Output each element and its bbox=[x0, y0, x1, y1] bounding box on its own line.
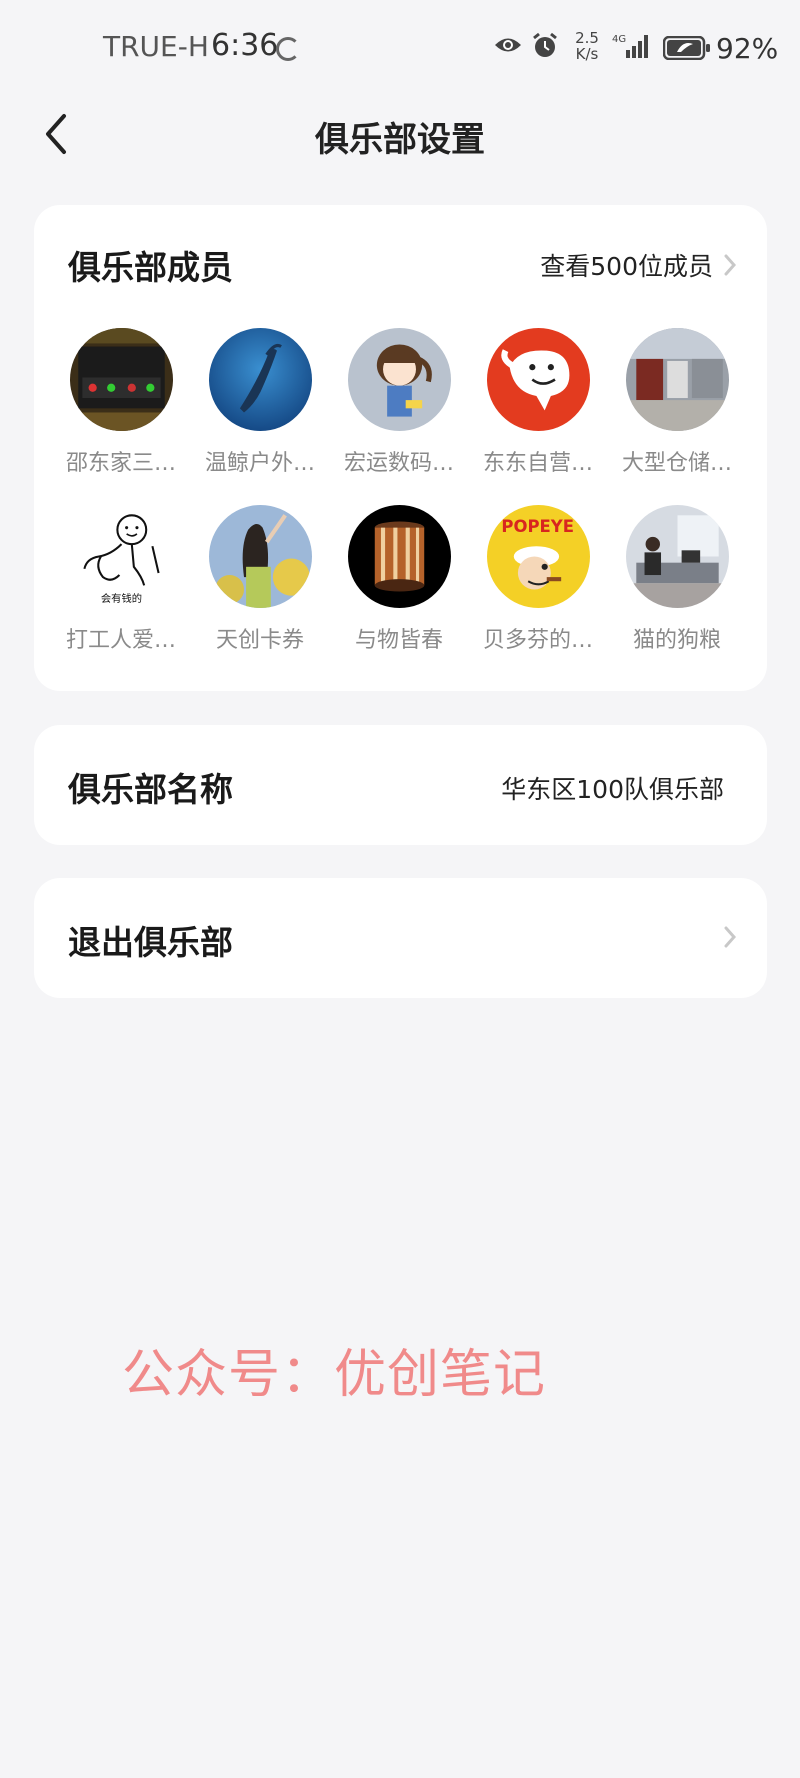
member-name: 猫的狗粮 bbox=[632, 628, 721, 653]
office-avatar bbox=[625, 505, 729, 608]
eye-icon bbox=[495, 38, 521, 52]
header: 俱乐部设置 bbox=[0, 96, 800, 172]
member-item[interactable]: 天创卡券 bbox=[190, 505, 330, 654]
member-item[interactable]: POPEYE 贝多芬的… bbox=[468, 505, 608, 654]
signal-icon: 4G bbox=[612, 34, 648, 58]
club-name-label: 俱乐部名称 bbox=[68, 770, 233, 809]
popeye-caption: POPEYE bbox=[501, 517, 574, 536]
chevron-right-icon bbox=[724, 254, 737, 276]
member-name: 温鲸户外… bbox=[204, 451, 315, 476]
member-item[interactable]: 猫的狗粮 bbox=[607, 505, 747, 654]
cartoon-girl-avatar bbox=[347, 328, 451, 431]
phone-screenshot-avatar bbox=[69, 328, 173, 431]
member-item[interactable]: 宏运数码… bbox=[329, 328, 469, 477]
member-item[interactable]: 邵东家三… bbox=[51, 328, 191, 477]
member-name: 打工人爱… bbox=[65, 628, 176, 653]
member-item[interactable]: 与物皆春 bbox=[329, 505, 469, 654]
member-name: 天创卡券 bbox=[215, 628, 304, 653]
member-name: 与物皆春 bbox=[354, 628, 443, 653]
member-name: 宏运数码… bbox=[343, 451, 454, 476]
members-card: 俱乐部成员 查看500位成员 邵东家三… 温鲸户外… 宏运数码… 东东自营… 大… bbox=[34, 205, 767, 691]
member-name: 东东自营… bbox=[482, 451, 593, 476]
member-item[interactable]: 会有钱的 打工人爱… bbox=[51, 505, 191, 654]
page-title: 俱乐部设置 bbox=[315, 120, 485, 160]
status-bar: TRUE-H 6:36 2.5 K/s 4G 92% bbox=[0, 0, 800, 96]
member-name: 邵东家三… bbox=[65, 451, 176, 476]
view-all-members-label: 查看500位成员 bbox=[540, 252, 713, 281]
whale-avatar bbox=[208, 328, 312, 431]
sketch-meme-avatar: 会有钱的 bbox=[69, 505, 173, 608]
clock: 6:36 bbox=[211, 28, 279, 63]
loading-icon bbox=[276, 37, 300, 61]
net-speed-unit: K/s bbox=[575, 45, 599, 63]
view-all-members-link[interactable]: 查看500位成员 bbox=[540, 247, 737, 283]
net-speed-value: 2.5 bbox=[575, 29, 599, 47]
network-type-label: 4G bbox=[612, 34, 626, 45]
member-item[interactable]: 温鲸户外… bbox=[190, 328, 330, 477]
lamp-avatar bbox=[347, 505, 451, 608]
battery-percentage: 92% bbox=[716, 32, 779, 65]
club-name-row[interactable]: 俱乐部名称 华东区100队俱乐部 bbox=[34, 725, 767, 845]
warehouse-avatar bbox=[625, 328, 729, 431]
member-name: 大型仓储… bbox=[621, 451, 732, 476]
chevron-right-icon bbox=[724, 926, 737, 948]
club-name-value: 华东区100队俱乐部 bbox=[501, 775, 724, 804]
member-item[interactable]: 大型仓储… bbox=[607, 328, 747, 477]
net-speed: 2.5 K/s bbox=[571, 30, 603, 62]
girl-flowers-avatar bbox=[208, 505, 312, 608]
member-name: 贝多芬的… bbox=[482, 628, 593, 653]
carrier-label: TRUE-H bbox=[103, 30, 209, 63]
exit-club-label: 退出俱乐部 bbox=[68, 923, 233, 962]
exit-club-row[interactable]: 退出俱乐部 bbox=[34, 878, 767, 998]
watermark-text: 公众号：优创笔记 bbox=[122, 1345, 547, 1405]
member-item[interactable]: 东东自营… bbox=[468, 328, 608, 477]
popeye-avatar: POPEYE bbox=[486, 505, 590, 608]
jd-dog-avatar bbox=[486, 328, 590, 431]
battery-icon bbox=[663, 36, 710, 60]
sketch-caption: 会有钱的 bbox=[100, 592, 141, 605]
alarm-icon bbox=[533, 32, 557, 57]
members-title: 俱乐部成员 bbox=[68, 248, 233, 287]
